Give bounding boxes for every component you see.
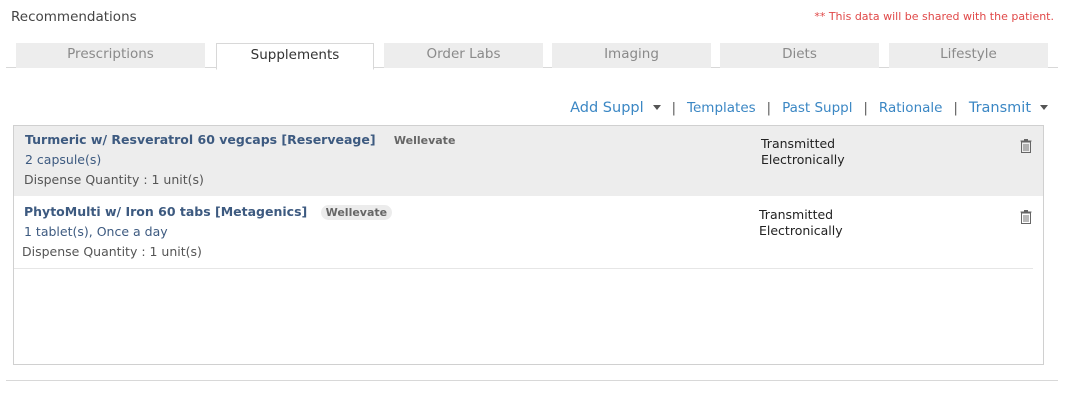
transmit-status: Transmitted Electronically [759,207,869,239]
trash-icon[interactable] [1020,139,1032,153]
tab-bar: Prescriptions Supplements Order Labs Ima… [6,38,1058,70]
trash-icon[interactable] [1020,210,1032,224]
vendor-badge: Wellevate [320,205,393,220]
status-line-2: Electronically [761,152,845,167]
tab-order-labs[interactable]: Order Labs [384,43,543,68]
supplement-dose: 1 tablet(s), Once a day [24,224,168,239]
supplement-list: Turmeric w/ Resveratrol 60 vegcaps [Rese… [13,125,1044,365]
separator: | [766,100,772,116]
tab-prescriptions[interactable]: Prescriptions [16,43,205,68]
transmit-dropdown[interactable]: Transmit [969,100,1048,116]
transmit-status: Transmitted Electronically [761,136,871,168]
supplement-name[interactable]: Turmeric w/ Resveratrol 60 vegcaps [Rese… [25,132,376,147]
separator: | [953,100,958,116]
supplement-name[interactable]: PhytoMulti w/ Iron 60 tabs [Metagenics] [24,204,307,219]
privacy-notice: ** This data will be shared with the pat… [814,10,1054,23]
status-line-1: Transmitted [759,207,834,222]
rationale-link[interactable]: Rationale [879,100,943,116]
divider [6,380,1058,381]
header-title: Recommendations [11,9,137,25]
separator: | [671,100,677,116]
dispense-quantity: Dispense Quantity : 1 unit(s) [24,172,204,187]
status-line-1: Transmitted [761,136,836,151]
list-item[interactable]: Turmeric w/ Resveratrol 60 vegcaps [Rese… [14,126,1043,196]
templates-link[interactable]: Templates [687,100,756,116]
tab-diets[interactable]: Diets [720,43,879,68]
chevron-down-icon [1040,104,1048,110]
add-suppl-label: Add Suppl [570,100,644,116]
vendor-badge: Wellevate [393,134,456,147]
tab-imaging[interactable]: Imaging [552,43,711,68]
past-suppl-link[interactable]: Past Suppl [782,100,852,116]
chevron-down-icon [652,104,661,110]
dispense-quantity: Dispense Quantity : 1 unit(s) [22,244,202,259]
item-title-line: Turmeric w/ Resveratrol 60 vegcaps [Rese… [25,132,460,148]
add-suppl-dropdown[interactable]: Add Suppl [570,100,661,116]
tab-lifestyle[interactable]: Lifestyle [889,43,1048,68]
item-title-line: PhytoMulti w/ Iron 60 tabs [Metagenics] … [24,204,393,220]
tab-supplements[interactable]: Supplements [216,43,374,70]
supplement-dose: 2 capsule(s) [25,152,102,167]
list-item[interactable]: PhytoMulti w/ Iron 60 tabs [Metagenics] … [14,197,1033,269]
transmit-label: Transmit [968,100,1031,116]
status-line-2: Electronically [759,223,843,238]
action-bar: Add Suppl | Templates | Past Suppl | Rat… [570,98,1048,118]
separator: | [863,100,868,116]
